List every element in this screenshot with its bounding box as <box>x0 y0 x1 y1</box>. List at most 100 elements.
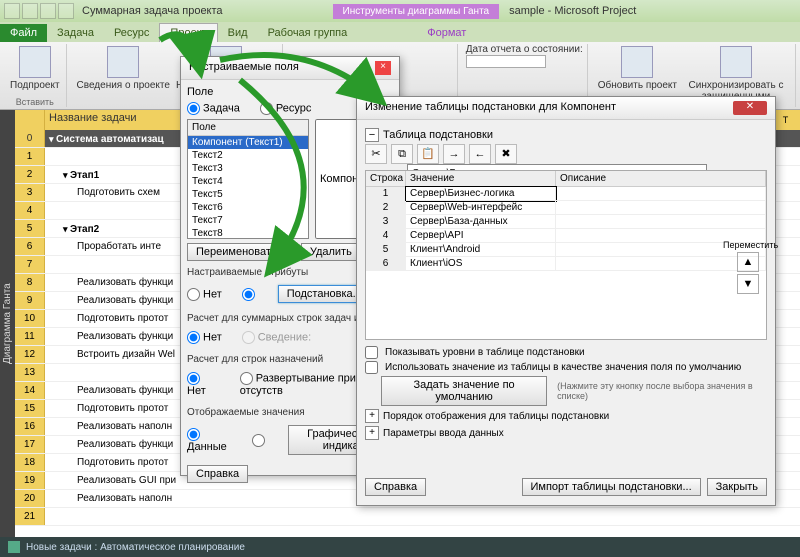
field-list-item[interactable]: Компонент (Текст1) <box>188 136 308 149</box>
row-number[interactable]: 6 <box>15 238 45 255</box>
row-number[interactable]: 0 <box>15 130 45 147</box>
row-number[interactable]: 17 <box>15 436 45 453</box>
lookup-row[interactable]: 2Сервер\Web-интерфейс <box>366 201 766 215</box>
undo-icon[interactable] <box>40 3 56 19</box>
lookup-row[interactable]: 4Сервер\API <box>366 229 766 243</box>
cut-icon[interactable]: ✂ <box>365 144 387 164</box>
expand-icon[interactable]: + <box>365 426 379 440</box>
collapse-icon[interactable]: − <box>365 128 379 142</box>
radio-resource[interactable]: Ресурс <box>260 102 311 115</box>
row-number[interactable]: 11 <box>15 328 45 345</box>
app-title: sample - Microsoft Project <box>509 5 636 17</box>
status-icon <box>8 541 20 553</box>
task-name-cell[interactable] <box>45 508 800 525</box>
lookup-row[interactable]: 3Сервер\База-данных <box>366 215 766 229</box>
help-button[interactable]: Справка <box>365 478 426 496</box>
dialog-titlebar[interactable]: Изменение таблицы подстановки для Компон… <box>357 97 775 120</box>
field-list-item[interactable]: Текст4 <box>188 175 308 188</box>
task-row[interactable]: 21 <box>15 508 800 526</box>
row-number[interactable]: 1 <box>15 148 45 165</box>
row-number[interactable]: 18 <box>15 454 45 471</box>
row-number[interactable]: 10 <box>15 310 45 327</box>
row-number[interactable]: 5 <box>15 220 45 237</box>
file-tab[interactable]: Файл <box>0 24 47 42</box>
move-controls: Переместить ▲ ▼ <box>723 240 773 296</box>
close-icon[interactable]: × <box>375 61 391 75</box>
dialog-titlebar[interactable]: Настраиваемые поля × <box>181 57 399 80</box>
set-default-button[interactable]: Задать значение по умолчанию <box>381 376 547 406</box>
col-desc[interactable]: Описание <box>556 171 766 186</box>
row-number[interactable]: 4 <box>15 202 45 219</box>
tab-project[interactable]: Проект <box>159 23 217 42</box>
row-number[interactable]: 8 <box>15 274 45 291</box>
close-button[interactable]: Закрыть <box>707 478 767 496</box>
row-number[interactable]: 15 <box>15 400 45 417</box>
default-hint: (Нажмите эту кнопку после выбора значени… <box>557 381 767 401</box>
attr-none-radio[interactable]: Нет <box>187 288 222 301</box>
save-icon[interactable] <box>22 3 38 19</box>
rename-button[interactable]: Переименовать... <box>187 243 295 261</box>
col-value[interactable]: Значение <box>406 171 556 186</box>
rollup-none-radio[interactable]: Нет <box>187 331 222 344</box>
row-number[interactable]: 9 <box>15 292 45 309</box>
tab-resource[interactable]: Ресурс <box>104 24 159 42</box>
copy-icon[interactable]: ⧉ <box>391 144 413 164</box>
move-down-button[interactable]: ▼ <box>737 274 759 294</box>
status-date-input[interactable] <box>466 55 546 68</box>
row-number[interactable]: 20 <box>15 490 45 507</box>
expand-icon[interactable]: + <box>365 409 379 423</box>
delete-row-icon[interactable]: ✖ <box>495 144 517 164</box>
display-data-radio[interactable]: Данные <box>187 428 232 453</box>
display-graphic-radio[interactable] <box>252 434 268 447</box>
row-number[interactable]: 13 <box>15 364 45 381</box>
field-list-item[interactable]: Текст3 <box>188 162 308 175</box>
assign-none-radio[interactable]: Нет <box>187 372 220 397</box>
group-insert-label: Вставить <box>8 97 62 107</box>
lookup-row[interactable]: 5Клиент\Android <box>366 243 766 257</box>
radio-task[interactable]: Задача <box>187 102 240 115</box>
use-default-checkbox[interactable] <box>365 361 378 374</box>
outdent-icon[interactable]: ← <box>469 144 491 164</box>
field-list[interactable]: Поле Компонент (Текст1)Текст2Текст3Текст… <box>187 119 309 239</box>
lookup-row[interactable]: 1Сервер\Бизнес-логика <box>366 187 766 201</box>
redo-icon[interactable] <box>58 3 74 19</box>
status-bar: Новые задачи : Автоматическое планирован… <box>0 537 800 557</box>
tab-task[interactable]: Задача <box>47 24 104 42</box>
field-list-item[interactable]: Текст2 <box>188 149 308 162</box>
row-number[interactable]: 14 <box>15 382 45 399</box>
field-list-item[interactable]: Текст7 <box>188 214 308 227</box>
tab-team[interactable]: Рабочая группа <box>258 24 358 42</box>
row-number[interactable]: 16 <box>15 418 45 435</box>
delete-button[interactable]: Удалить <box>301 243 361 261</box>
attr-lookup-radio[interactable] <box>242 288 258 301</box>
tab-view[interactable]: Вид <box>218 24 258 42</box>
row-number[interactable]: 3 <box>15 184 45 201</box>
col-row[interactable]: Строка <box>366 171 406 186</box>
lookup-row[interactable]: 6Клиент\iOS <box>366 257 766 271</box>
show-levels-checkbox[interactable] <box>365 346 378 359</box>
field-list-item[interactable]: Текст6 <box>188 201 308 214</box>
rollup-sved-radio[interactable]: Сведение: <box>242 331 311 344</box>
lookup-table-header: Строка Значение Описание <box>366 171 766 187</box>
row-number[interactable]: 19 <box>15 472 45 489</box>
paste-icon[interactable]: 📋 <box>417 144 439 164</box>
display-order-label: Порядок отображения для таблицы подстано… <box>383 411 609 422</box>
project-info-button[interactable]: Сведения о проекте <box>75 44 172 93</box>
field-list-item[interactable]: Текст5 <box>188 188 308 201</box>
lookup-table[interactable]: Строка Значение Описание 1Сервер\Бизнес-… <box>365 170 767 340</box>
row-number[interactable]: 7 <box>15 256 45 273</box>
title-bar: Суммарная задача проекта Инструменты диа… <box>0 0 800 22</box>
tab-format[interactable]: Формат <box>417 24 476 42</box>
close-icon[interactable]: ✕ <box>733 101 767 115</box>
view-tab-gantt[interactable]: Диаграмма Ганта <box>0 110 15 537</box>
row-number[interactable]: 2 <box>15 166 45 183</box>
move-up-button[interactable]: ▲ <box>737 252 759 272</box>
help-button[interactable]: Справка <box>187 465 248 483</box>
subproject-button[interactable]: Подпроект <box>8 44 62 93</box>
row-number[interactable]: 21 <box>15 508 45 525</box>
import-lookup-button[interactable]: Импорт таблицы подстановки... <box>522 478 701 496</box>
indent-icon[interactable]: → <box>443 144 465 164</box>
project-info-icon <box>107 46 139 78</box>
row-number[interactable]: 12 <box>15 346 45 363</box>
field-list-item[interactable]: Текст8 <box>188 227 308 239</box>
